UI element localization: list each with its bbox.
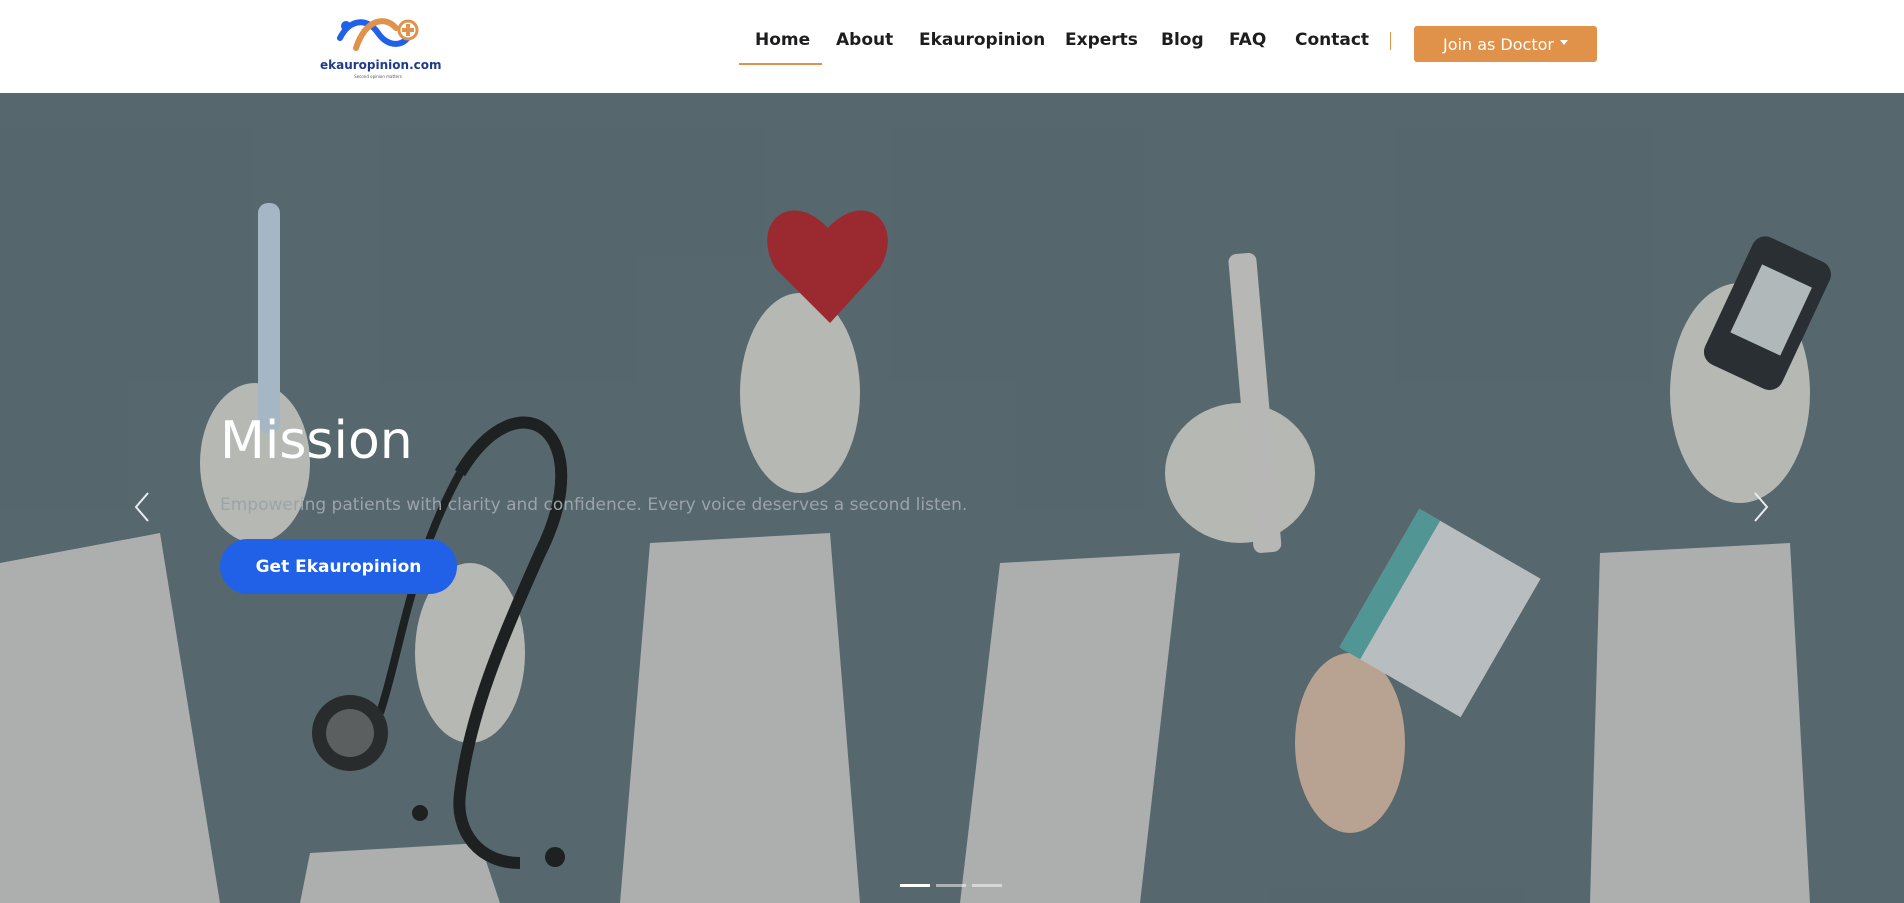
hero-title: Mission xyxy=(220,411,413,471)
carousel-indicator-3[interactable] xyxy=(972,884,1002,887)
chevron-right-icon[interactable] xyxy=(1745,487,1775,527)
hero-carousel: Mission Empowering patients with clarity… xyxy=(0,93,1904,903)
chevron-left-icon[interactable] xyxy=(128,487,158,527)
logo-tagline: Second opinion matters xyxy=(354,74,402,79)
nav-faq[interactable]: FAQ xyxy=(1229,30,1266,50)
nav-about[interactable]: About xyxy=(836,30,893,50)
nav-active-underline xyxy=(739,63,822,65)
nav-home[interactable]: Home xyxy=(755,30,810,50)
join-as-doctor-button[interactable]: Join as Doctor xyxy=(1414,26,1597,62)
caret-down-icon xyxy=(1559,39,1568,45)
logo-text: ekauropinion.com xyxy=(320,58,442,72)
nav-contact[interactable]: Contact xyxy=(1295,30,1369,50)
nav-experts[interactable]: Experts xyxy=(1065,30,1138,50)
logo-mark-icon xyxy=(337,18,419,51)
nav-blog[interactable]: Blog xyxy=(1161,30,1204,50)
get-ekauropinion-button[interactable]: Get Ekauropinion xyxy=(220,539,457,594)
nav-divider xyxy=(1390,32,1391,50)
carousel-indicator-1[interactable] xyxy=(900,884,930,887)
carousel-indicator-2[interactable] xyxy=(936,884,966,887)
join-as-doctor-label: Join as Doctor xyxy=(1443,34,1554,54)
nav-ekauropinion[interactable]: Ekauropinion xyxy=(919,30,1045,50)
logo[interactable]: ekauropinion.com Second opinion matters xyxy=(318,8,442,82)
hero-subtitle: Empowering patients with clarity and con… xyxy=(220,495,968,515)
site-header: ekauropinion.com Second opinion matters … xyxy=(0,0,1904,93)
